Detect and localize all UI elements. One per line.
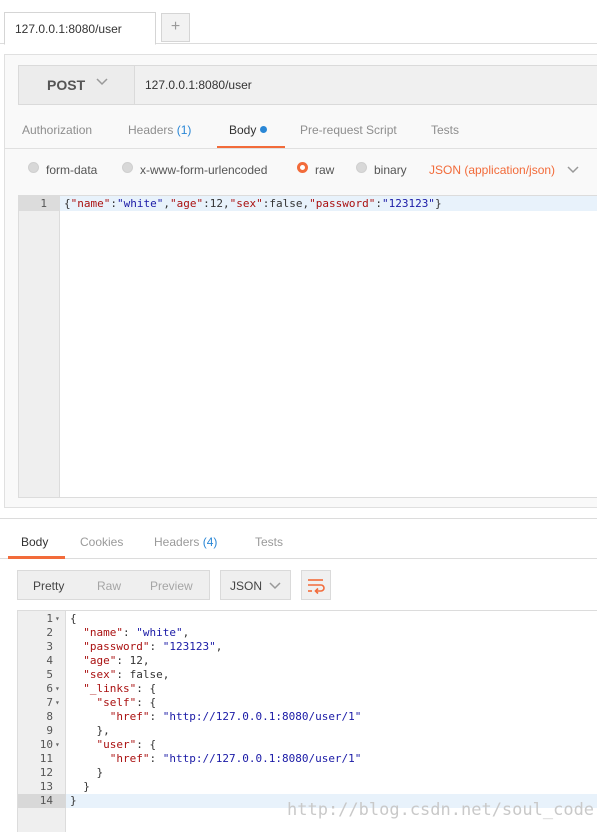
chevron-down-icon [269,582,281,590]
response-line-text: } [70,766,104,779]
request-tabs: Authorization Headers (1) Body Pre-reque… [5,119,597,149]
response-tab-headers-label: Headers [154,535,200,549]
response-tab-headers[interactable]: Headers (4) [154,535,217,549]
response-line-number: 9 [46,724,53,737]
pretty-button[interactable]: Pretty [33,579,64,593]
headers-count-badge: (1) [176,123,192,137]
body-modified-dot-icon [260,126,268,133]
response-headers-count: (4) [202,535,218,549]
response-line-text: "href": "http://127.0.0.1:8080/user/1" [109,710,362,723]
format-select[interactable]: JSON [220,570,291,600]
response-line-number: 10 [39,738,53,751]
format-label: JSON [230,579,263,593]
request-tab-title: 127.0.0.1:8080/user [15,22,122,36]
method-select[interactable]: POST [19,66,135,104]
response-line-number: 3 [46,640,53,653]
wrap-lines-icon [308,579,325,595]
line-gutter: 1 [19,196,60,497]
response-line-text: "self": { [96,696,157,709]
request-body-code[interactable]: {"name":"white","age":12,"sex":false,"pa… [64,197,442,210]
response-line-text: "_links": { [83,682,157,695]
response-line-text: "name": "white", [83,626,190,639]
response-line-text: } [70,794,77,807]
fold-arrow-icon[interactable]: ▾ [55,696,60,710]
tab-pre-request-script[interactable]: Pre-request Script [300,123,397,137]
request-tab[interactable]: 127.0.0.1:8080/user [4,12,156,45]
body-type-options: form-data x-www-form-urlencoded raw bina… [5,160,597,182]
response-line-number: 1 [46,612,53,625]
response-line-text: } [70,780,90,793]
response-line-number: 6 [46,682,53,695]
binary-label: binary [374,163,407,177]
response-tab-tests[interactable]: Tests [255,535,283,549]
fold-arrow-icon[interactable]: ▾ [55,682,60,696]
response-line-number: 14 [39,794,53,807]
response-line-number: 5 [46,668,53,681]
response-tab-cookies[interactable]: Cookies [80,535,123,549]
response-line-text: "age": 12, [83,654,150,667]
radio-x-www-form-urlencoded[interactable] [122,162,133,173]
wrap-lines-button[interactable] [301,570,331,600]
content-type-label: JSON (application/json) [429,163,556,177]
response-line-text: { [70,612,77,625]
request-panel: POST 127.0.0.1:8080/user Authorization H… [4,54,597,508]
raw-button[interactable]: Raw [97,579,121,593]
response-line-text: }, [70,724,110,737]
raw-label: raw [315,163,335,177]
tab-authorization[interactable]: Authorization [22,123,92,137]
request-tab-bar: 127.0.0.1:8080/user + [0,0,597,45]
plus-icon: + [170,18,181,35]
response-line-number: 2 [46,626,53,639]
fold-arrow-icon[interactable]: ▾ [55,738,60,752]
response-line-number: 8 [46,710,53,723]
watermark: http://blog.csdn.net/soul_code [287,800,595,820]
tab-headers-label: Headers [128,123,174,137]
response-line-text: "user": { [96,738,157,751]
url-bar: POST 127.0.0.1:8080/user [18,65,597,105]
response-line-number: 13 [39,780,53,793]
request-body-editor[interactable]: 1 {"name":"white","age":12,"sex":false,"… [18,195,597,498]
tab-body[interactable]: Body [229,123,268,137]
radio-form-data[interactable] [28,162,39,173]
response-line-number: 12 [39,766,53,779]
response-line-number: 11 [39,752,53,765]
form-data-label: form-data [46,163,98,177]
new-tab-button[interactable]: + [161,13,190,42]
response-line-text: "href": "http://127.0.0.1:8080/user/1" [109,752,362,765]
response-line-number: 4 [46,654,53,667]
response-line-text: "sex": false, [83,668,170,681]
fold-arrow-icon[interactable]: ▾ [55,612,60,626]
tab-tests[interactable]: Tests [431,123,459,137]
response-line-number: 7 [46,696,53,709]
tab-body-label: Body [229,123,257,137]
radio-raw[interactable] [297,162,308,173]
response-line-text: "password": "123123", [83,640,223,653]
preview-button[interactable]: Preview [150,579,193,593]
response-tabs: Body Cookies Headers (4) Tests [0,519,597,559]
chevron-down-icon[interactable] [566,163,580,177]
tab-headers[interactable]: Headers (1) [128,123,191,137]
view-mode-group: Pretty Raw Preview [17,570,210,600]
response-body-viewer[interactable]: 1 ▾{2 "name": "white", 3 "password": "1231… [17,610,597,832]
url-input[interactable]: 127.0.0.1:8080/user [145,78,252,92]
content-type-select[interactable]: JSON (application/json) [429,163,555,177]
line-number: 1 [40,197,47,210]
radio-binary[interactable] [356,162,367,173]
method-label: POST [47,77,86,93]
response-active-tab-indicator [8,556,65,559]
response-tab-body[interactable]: Body [21,535,48,549]
chevron-down-icon [96,78,108,86]
divider [5,148,597,149]
x-www-form-urlencoded-label: x-www-form-urlencoded [140,163,268,177]
